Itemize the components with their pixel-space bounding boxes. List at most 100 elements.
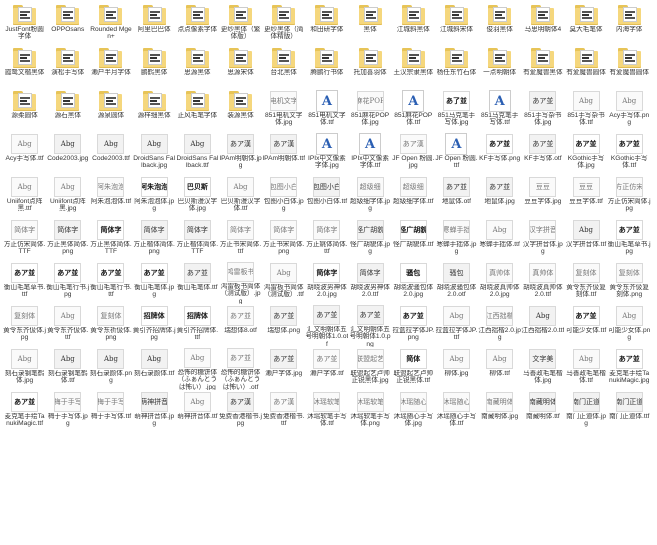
image-file-item[interactable]: 简体 联盟起艺卢帅正锐黑体.ttf [392,347,435,390]
image-file-item[interactable]: あア並 麦克笔手绘TanukiMagic.ttf [3,390,46,433]
image-file-item[interactable]: Abg 可能少女体.png [608,304,651,347]
image-file-item[interactable]: あア漢 免费香港楷书.ttf [262,390,305,433]
image-file-item[interactable]: あ了並 851马克笔手写体.jpg [435,89,478,132]
folder-item[interactable]: 阿里巴巴体 [133,3,176,46]
image-file-item[interactable]: あア並 KF手写体.png [478,132,521,175]
image-file-item[interactable]: Abg 刻石录颜体.png [89,347,132,390]
image-file-item[interactable]: あア並 拉盒拉字体JP.png [392,304,435,347]
folder-item[interactable]: 更纱黑体（繁体版） [219,3,262,46]
image-file-item[interactable]: 包图小白 包图小白体.jpg [262,175,305,218]
image-file-item[interactable]: 南藏明体 南藏明体.jpg [478,390,521,433]
image-file-item[interactable]: Abg Code2003.ttf [89,132,132,175]
font-file-item[interactable]: 851电机文字体.ttf [305,89,348,132]
font-file-item[interactable]: 851马克笔手写体.ttf [478,89,521,132]
folder-item[interactable]: 源样细黑体 [133,89,176,132]
folder-item[interactable]: 马思明朝体4 [521,3,564,46]
folder-item[interactable]: 内海字体 [608,3,651,46]
folder-item[interactable]: 台北黑体 [262,46,305,89]
image-file-item[interactable]: 简体字 胡晓波男神体2.0.ttf [349,261,392,304]
font-file-item[interactable]: JF Open 粉圆.ttf [435,132,478,175]
image-file-item[interactable]: 电机文字 851电机文字体.jpg [262,89,305,132]
image-file-item[interactable]: あア並 地鼠体.jpg [478,175,521,218]
folder-item[interactable]: 有爱魔兽圆体 [564,46,607,89]
image-file-item[interactable]: 简体字 方正黑体简体.TTF [89,218,132,261]
image-file-item[interactable]: 简体字 胡晓波男神体2.0.jpg [305,261,348,304]
image-file-item[interactable]: あア漢 免费香港楷书.jpg [219,390,262,433]
image-file-item[interactable]: 简体字 方正楷体简体.png [133,218,176,261]
image-file-item[interactable]: あア並 瑞想体.png [262,304,305,347]
image-file-item[interactable]: 简体字 方正黑体简体.png [46,218,89,261]
image-file-item[interactable]: あア並 衡山毛笔行书.jpg [46,261,89,304]
folder-item[interactable]: 思源黑体 [176,46,219,89]
image-file-item[interactable]: 超级细 超级细字体.jpg [349,175,392,218]
image-file-item[interactable]: Abg 刻石录颜体.ttf [133,347,176,390]
image-file-item[interactable]: 南门正道 南门正道体.ttf [608,390,651,433]
folder-item[interactable]: 思源宋体 [219,46,262,89]
folder-item[interactable]: 有爱魔兽圆体 [608,46,651,89]
folder-item[interactable]: 有爱魔兽黑体 [521,46,564,89]
folder-item[interactable]: 演松手写体 [46,46,89,89]
image-file-item[interactable]: 阿朱泡泡 阿朱泡泡体.jpg [133,175,176,218]
image-file-item[interactable]: あア並 麦克笔手绘TanukiMagic.jpg [608,347,651,390]
folder-item[interactable]: 正风毛笔字体 [176,89,219,132]
image-file-item[interactable]: Abg 马善政毛笔楷体.ttf [564,347,607,390]
folder-item[interactable]: 杨任东竹石体 [435,46,478,89]
folder-item[interactable]: 俊羽黑体 [478,3,521,46]
image-file-item[interactable]: あア並 濑户字体.ttf [305,347,348,390]
image-file-item[interactable]: Abg 刻石录钢笔鹤体.ttf [46,347,89,390]
image-file-item[interactable]: 简体字 方正书宋简体.png [262,218,305,261]
image-file-item[interactable]: 梅于手写 梅于手写体.jpg [46,390,89,433]
image-file-item[interactable]: Abg 恐怖的糖饼体（ふぁんとうは怖い）.jpg [176,347,219,390]
folder-item[interactable]: 江城斜宋体 [435,3,478,46]
image-file-item[interactable]: Abg 柳体.ttf [478,347,521,390]
image-file-item[interactable]: Abg Acy手写体.png [608,89,651,132]
image-file-item[interactable]: 寒蝉手拙 寒蝉手拙体.jpg [435,218,478,261]
image-file-item[interactable]: あア並 地鼠体.otf [435,175,478,218]
image-file-item[interactable]: あア並 KGothic手写体.ttf [608,132,651,175]
folder-item[interactable]: 莫大毛笔体 [564,3,607,46]
folder-item[interactable]: 和田研字体 [305,3,348,46]
image-file-item[interactable]: あア並 恐怖的糖饼体（ふぁんとうは怖い）.otf [219,347,262,390]
image-file-item[interactable]: あア漢 JF Open 粉圆.jpg [392,132,435,175]
image-file-item[interactable]: Abg 刻石录钢笔鹤体.jpg [3,347,46,390]
image-file-item[interactable]: 鸿雷板书 鸿雷板书简体（测试版）.jpg [219,261,262,304]
folder-item[interactable]: 江城斜黑体 [392,3,435,46]
folder-item[interactable]: 装源黑体 [219,89,262,132]
image-file-item[interactable]: 复刻体 黄令东齐伋复刻体.png [608,261,651,304]
image-file-item[interactable]: 麻花POP 851麻花POP体.jpg [349,89,392,132]
image-file-item[interactable]: 联盟起艺 联盟起艺卢帅正锐黑体.jpg [349,347,392,390]
image-file-item[interactable]: Abg 汉字拼音体.ttf [564,218,607,261]
image-file-item[interactable]: 南门正道 南门正道体.jpg [564,390,607,433]
image-file-item[interactable]: あア漢 IPAm明朝体.jpg [219,132,262,175]
folder-item[interactable]: 托加喜羽体 [349,46,392,89]
image-file-item[interactable]: 包图小白 包图小白体.ttf [305,175,348,218]
image-file-item[interactable]: Abg 江西拙楷2.0.ttf [521,304,564,347]
image-file-item[interactable]: 超级细 超级细字体.ttf [392,175,435,218]
folder-item[interactable]: JustFont粉圆字体 [3,3,46,46]
folder-item[interactable]: 点点像素字体 [176,3,219,46]
image-file-item[interactable]: 豆豆 豆豆字体.jpg [521,175,564,218]
image-file-item[interactable]: あア並 衡山毛笔行书.ttf [89,261,132,304]
image-file-item[interactable]: 怪广胡貌 怪广胡貌体.ttf [392,218,435,261]
image-file-item[interactable]: あア並 851手写杂书体.jpg [521,89,564,132]
image-file-item[interactable]: あア並 汇文明朝体五号明朝体1.0.png [349,304,392,347]
folder-item[interactable]: 鹏鹤黑体 [133,46,176,89]
image-file-item[interactable]: 简体字 方正楷体简体.TTF [176,218,219,261]
image-file-item[interactable]: あア並 KGothic手写体.jpg [564,132,607,175]
image-file-item[interactable]: 豆豆 豆豆字体.ttf [564,175,607,218]
folder-item[interactable]: 王汉宗隶黑体 [392,46,435,89]
image-file-item[interactable]: Abg 萌神拼音体.ttf [176,390,219,433]
image-file-item[interactable]: Abg Acy手写体.ttf [3,132,46,175]
image-file-item[interactable]: 复刻体 黄令东祈伋体.png [89,304,132,347]
image-file-item[interactable]: 汉字拼音 汉字拼音体.jpg [521,218,564,261]
image-file-item[interactable]: Abg 黄令东齐伋体.ttf [46,304,89,347]
image-file-item[interactable]: 方正仿宋 方正仿宋简体.jpg [608,175,651,218]
image-file-item[interactable]: あア並 濑户字体.jpg [262,347,305,390]
image-file-item[interactable]: Abg 鸿雷板书简体（测试版）.ttf [262,261,305,304]
image-file-item[interactable]: 萌神拼音 萌神拼音体.jpg [133,390,176,433]
image-file-item[interactable]: あア並 衡山毛笔体.jpg [133,261,176,304]
image-file-item[interactable]: 南藏明体 南藏明体.ttf [521,390,564,433]
image-file-item[interactable]: 真帅体 胡晓波真帅体2.0.jpg [478,261,521,304]
image-file-item[interactable]: 骚包 胡晓波骚包体2.0.otf [435,261,478,304]
image-file-item[interactable]: 招牌体 黄引齐招牌体.jpg [133,304,176,347]
